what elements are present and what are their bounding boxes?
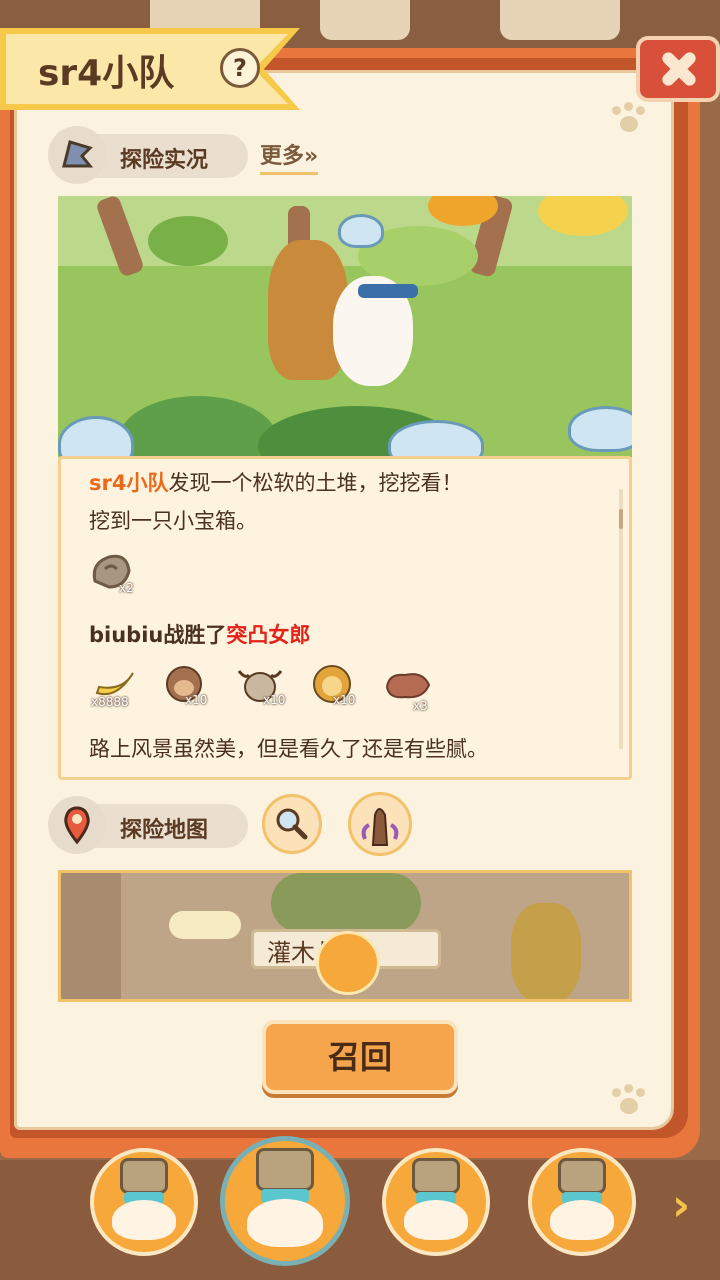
- help-button[interactable]: ?: [220, 48, 260, 88]
- close-button[interactable]: [636, 36, 720, 102]
- item-quantity: x10: [333, 693, 356, 707]
- expedition-log[interactable]: sr4小队发现一个松软的土堆，挖挖看！ 挖到一只小宝箱。 x2 biubiu战胜…: [58, 456, 632, 780]
- cloud-icon: [169, 911, 241, 939]
- paw-print-icon: [612, 1084, 646, 1116]
- item-quantity: x10: [263, 693, 286, 707]
- monkey-token-item: x10: [161, 663, 207, 707]
- log-entry: 路上风景虽然美，但是看久了还是有些腻。: [89, 737, 488, 761]
- monster-icon: [361, 808, 399, 846]
- log-entry: 挖到一只小宝箱。: [89, 509, 257, 533]
- team-member-slot[interactable]: [382, 1148, 490, 1256]
- tiger-face-icon: [404, 1200, 468, 1240]
- item-quantity: x8888: [91, 695, 129, 709]
- bush-cluster: [271, 873, 421, 933]
- item-quantity: x2: [119, 581, 134, 595]
- map-search-button[interactable]: [262, 794, 322, 854]
- log-entry-text: 发现一个松软的土堆，挖挖看！: [168, 471, 463, 495]
- next-page-arrow-icon[interactable]: ›: [672, 1180, 690, 1231]
- map-section-title: 探险地图: [120, 818, 209, 843]
- paw-print-icon: [612, 102, 646, 134]
- hat-icon: [256, 1148, 314, 1192]
- ore-item: x2: [89, 551, 135, 595]
- battle-entry: biubiu战胜了突凸女郎: [89, 619, 310, 649]
- lion-token-item: x10: [309, 663, 355, 707]
- battle-text: biubiu战胜了: [89, 623, 227, 647]
- hat-icon: [412, 1158, 460, 1194]
- team-member-slot[interactable]: [90, 1148, 198, 1256]
- item-quantity: x10: [185, 693, 208, 707]
- tiger-face-icon: [550, 1200, 614, 1240]
- enemy-name: 突凸女郎: [226, 623, 311, 647]
- tiger-face-icon: [246, 1198, 324, 1247]
- more-link[interactable]: 更多»: [260, 138, 319, 175]
- recall-button[interactable]: 召回: [262, 1020, 458, 1094]
- log-team-name: sr4小队: [89, 471, 169, 495]
- goggles-icon: [358, 284, 418, 298]
- team-member-slot[interactable]: [528, 1148, 636, 1256]
- meat-icon: [385, 673, 431, 699]
- tree-icon: [511, 903, 581, 999]
- report-section-title: 探险实况: [120, 148, 209, 173]
- flag-icon: [48, 126, 106, 184]
- expedition-map[interactable]: 灌木丛地: [58, 870, 632, 1002]
- bull-token-item: x10: [235, 663, 285, 707]
- tiger-face-icon: [112, 1200, 176, 1240]
- banana-item: x8888: [91, 665, 139, 709]
- hat-icon: [558, 1158, 606, 1194]
- hat-icon: [120, 1158, 168, 1194]
- boss-portrait-button[interactable]: [348, 792, 412, 856]
- meat-item: x3: [383, 669, 431, 713]
- team-member-slot-selected[interactable]: [220, 1136, 350, 1266]
- expedition-scene: [58, 196, 632, 458]
- log-entry: sr4小队发现一个松软的土堆，挖挖看！: [89, 467, 462, 497]
- location-pin-icon: [48, 796, 106, 854]
- magnifier-icon: [276, 808, 308, 840]
- item-quantity: x3: [413, 699, 428, 713]
- team-map-marker[interactable]: [316, 931, 380, 995]
- page-title: sr4小队: [38, 53, 175, 94]
